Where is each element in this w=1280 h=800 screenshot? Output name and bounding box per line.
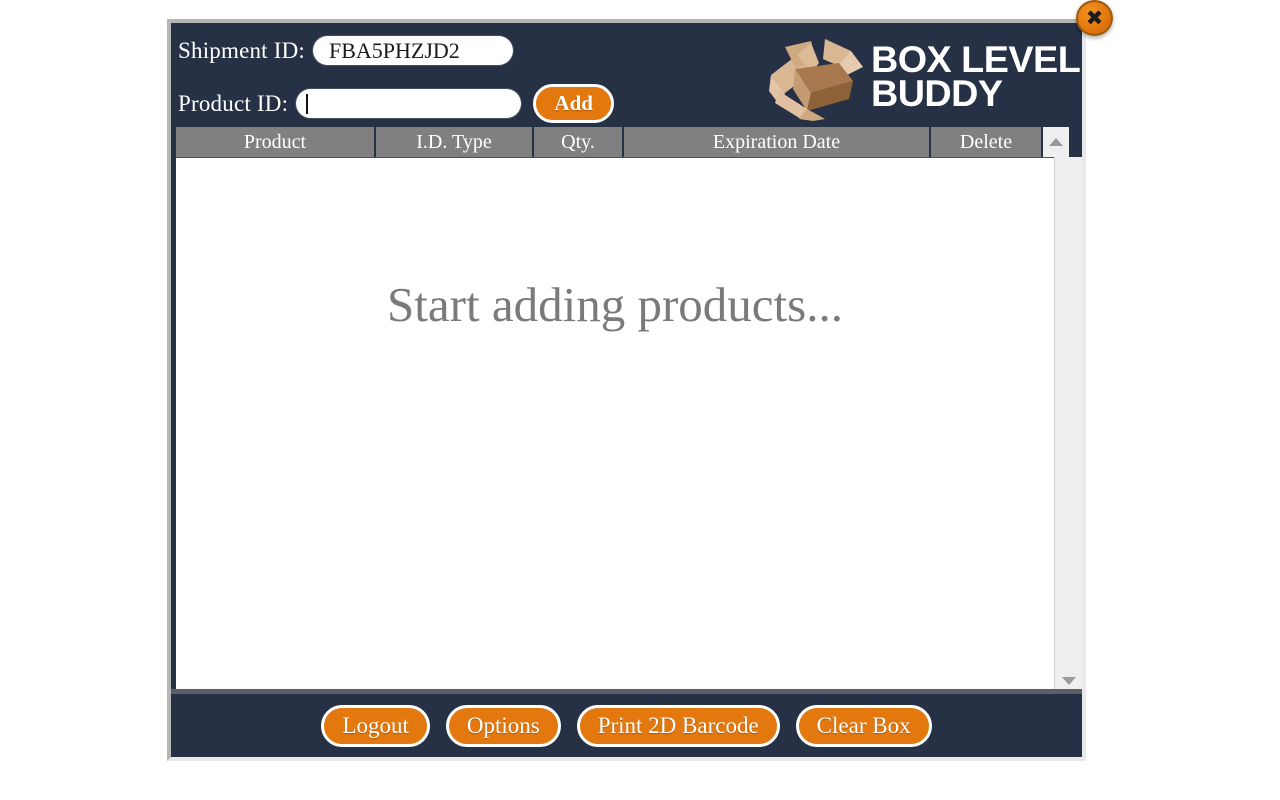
scrollbar-corner [1041,127,1069,157]
vertical-scrollbar[interactable] [1054,157,1082,689]
text-caret [306,93,309,114]
close-icon: ✖ [1085,6,1104,30]
logout-button[interactable]: Logout [321,704,430,747]
shipment-id-row: Shipment ID: FBA5PHZJD2 [178,36,513,65]
print-2d-barcode-button[interactable]: Print 2D Barcode [576,704,780,747]
app-window: Shipment ID: FBA5PHZJD2 Product ID: Add [167,19,1086,761]
brand-line-1: BOX LEVEL [870,38,1081,80]
chevron-up-icon[interactable] [1049,138,1063,146]
table-header-row: Product I.D. Type Qty. Expiration Date D… [171,127,1082,157]
clear-box-button[interactable]: Clear Box [795,704,932,747]
chevron-down-icon[interactable] [1061,677,1076,685]
table-body: Start adding products... [171,157,1082,689]
app-footer: Logout Options Print 2D Barcode Clear Bo… [171,689,1082,757]
column-header-delete[interactable]: Delete [931,127,1041,157]
product-id-label: Product ID: [178,90,289,116]
product-list[interactable]: Start adding products... [176,157,1054,689]
column-header-qty[interactable]: Qty. [534,127,624,157]
shipment-id-label: Shipment ID: [178,37,305,63]
column-header-product[interactable]: Product [176,127,376,157]
column-header-expiration[interactable]: Expiration Date [624,127,931,157]
add-button[interactable]: Add [533,84,615,123]
open-box-icon [768,39,863,121]
product-id-row: Product ID: Add [178,84,615,123]
shipment-id-input[interactable]: FBA5PHZJD2 [312,36,513,65]
screen-root: Shipment ID: FBA5PHZJD2 Product ID: Add [0,0,1280,800]
brand-line-2: BUDDY [870,73,1003,114]
brand-wordmark: BOX LEVEL BUDDY [870,38,1081,114]
close-button[interactable]: ✖ [1076,0,1113,36]
product-id-input[interactable] [296,89,522,118]
column-header-id-type[interactable]: I.D. Type [376,127,534,157]
empty-state-message: Start adding products... [387,277,843,332]
app-header: Shipment ID: FBA5PHZJD2 Product ID: Add [171,23,1082,127]
brand-logo: BOX LEVEL BUDDY [767,33,1081,121]
options-button[interactable]: Options [445,704,561,747]
